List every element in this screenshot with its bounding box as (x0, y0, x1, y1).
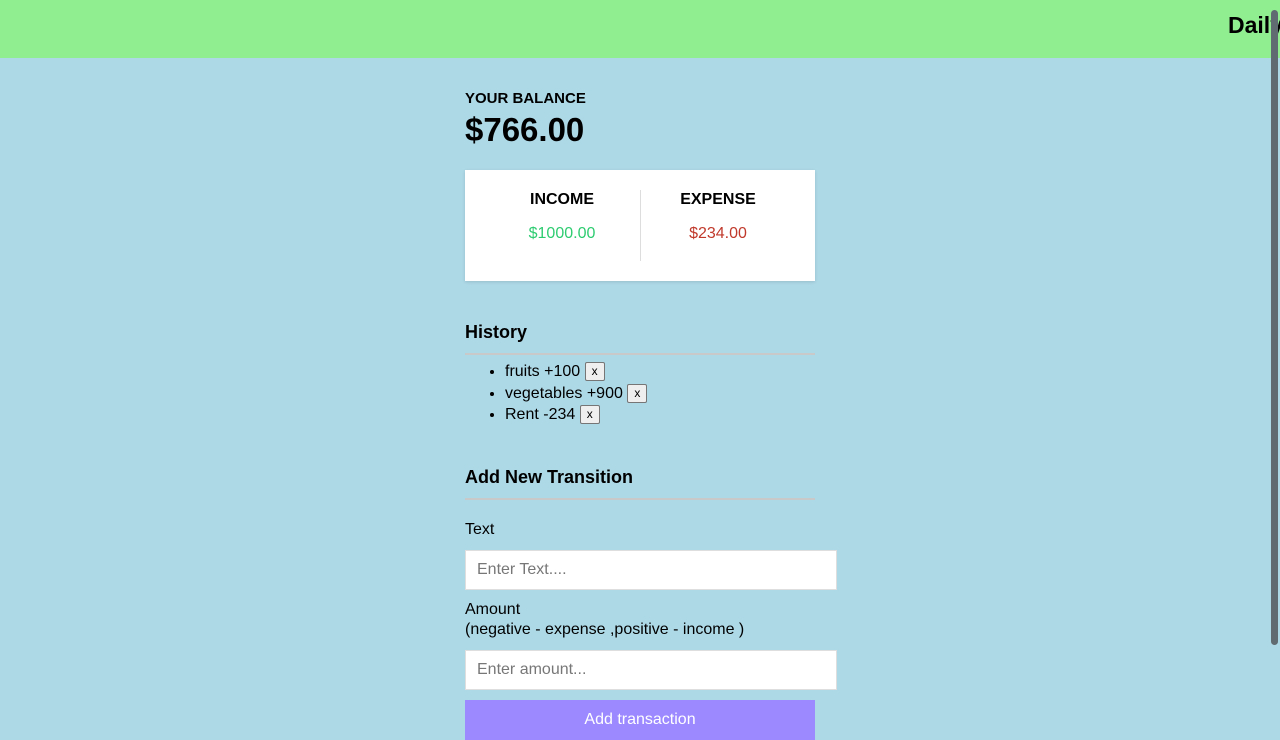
history-list: fruits +100 x vegetables +900 x Rent -23… (465, 361, 815, 426)
history-item: Rent -234 x (505, 404, 815, 426)
balance-amount: $766.00 (465, 111, 585, 148)
app-header: Daily (0, 0, 1280, 58)
income-value: $1000.00 (528, 225, 596, 242)
text-field-label: Text (465, 520, 495, 538)
history-item-text: fruits +100 (505, 363, 581, 380)
history-item-text: vegetables +900 (505, 384, 623, 402)
history-item: fruits +100 x (505, 361, 815, 383)
expense-panel: EXPENSE $234.00 (643, 190, 793, 244)
delete-button[interactable]: x (579, 405, 600, 425)
add-transaction-form: Text Amount (negative - expense ,positiv… (465, 520, 837, 740)
income-panel: INCOME $1000.00 (487, 190, 637, 244)
history-item: vegetables +900 x (505, 383, 815, 405)
expense-label: EXPENSE (680, 191, 756, 208)
history-item-text: Rent -234 (505, 406, 576, 423)
text-input[interactable] (465, 549, 837, 590)
amount-input[interactable] (465, 649, 837, 690)
income-label: INCOME (530, 191, 594, 208)
delete-button[interactable]: x (627, 383, 648, 403)
expense-value: $234.00 (689, 225, 747, 242)
card-divider (640, 190, 641, 261)
delete-button[interactable]: x (584, 362, 605, 382)
amount-hint: (negative - expense ,positive - income ) (465, 620, 745, 638)
balance-label: YOUR BALANCE (465, 90, 586, 107)
amount-field-label: Amount (negative - expense ,positive - i… (465, 600, 815, 640)
history-title: History (465, 321, 815, 355)
scrollbar[interactable] (1271, 10, 1278, 645)
income-expense-card: INCOME $1000.00 EXPENSE $234.00 (465, 170, 815, 281)
amount-label: Amount (465, 600, 521, 618)
main-container: YOUR BALANCE $766.00 INCOME $1000.00 EXP… (465, 88, 837, 740)
add-transaction-title: Add New Transition (465, 466, 815, 500)
